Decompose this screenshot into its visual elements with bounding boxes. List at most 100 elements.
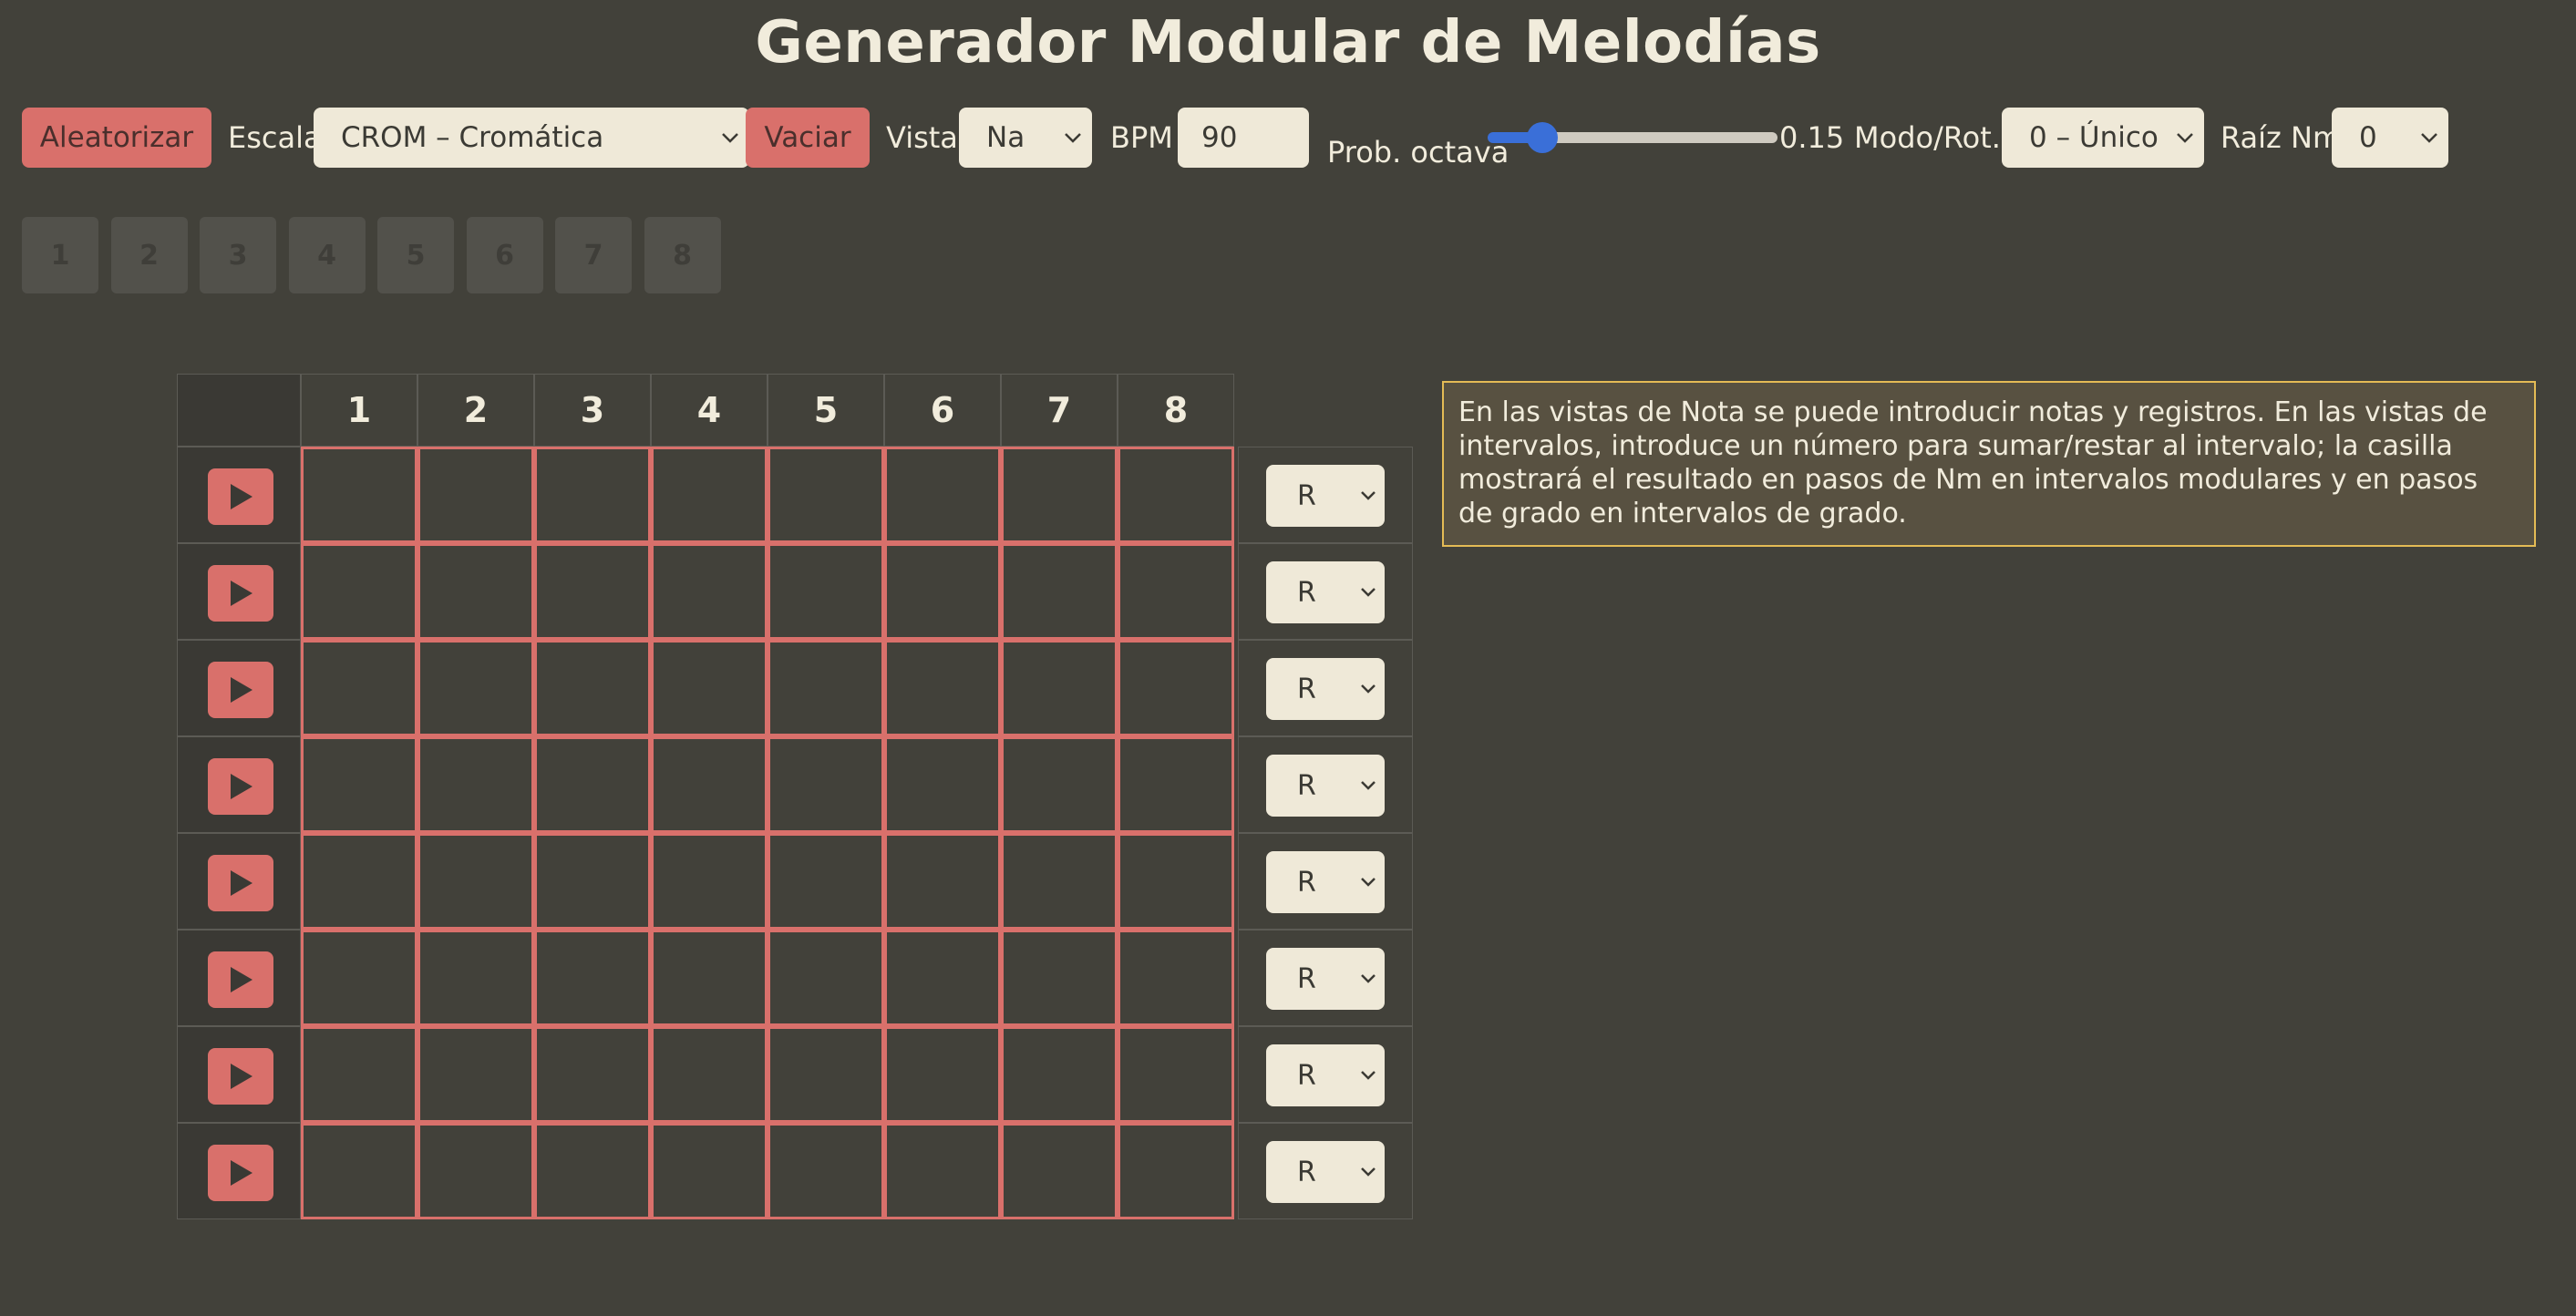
slider-thumb[interactable] xyxy=(1527,122,1558,153)
mode-select[interactable]: 0 – Único xyxy=(2002,108,2204,168)
root-select[interactable]: 0 xyxy=(2332,108,2448,168)
grid-cell-input[interactable] xyxy=(417,640,534,736)
grid-cell-input[interactable] xyxy=(768,447,884,543)
grid-cell-input[interactable] xyxy=(1118,833,1234,930)
grid-cell-input[interactable] xyxy=(768,736,884,833)
grid-cell-input[interactable] xyxy=(1001,833,1118,930)
grid-cell-input[interactable] xyxy=(1001,930,1118,1026)
grid-cell-input[interactable] xyxy=(301,1123,417,1219)
grid-cell-input[interactable] xyxy=(534,447,651,543)
play-row-button[interactable] xyxy=(208,1048,273,1105)
grid-cell-input[interactable] xyxy=(1118,447,1234,543)
grid-cell-input[interactable] xyxy=(534,1026,651,1123)
grid-cell-input[interactable] xyxy=(884,1026,1001,1123)
bpm-input[interactable]: 90 xyxy=(1178,108,1309,168)
sequence-button[interactable]: 8 xyxy=(644,217,721,293)
grid-cell-input[interactable] xyxy=(534,736,651,833)
grid-cell-input[interactable] xyxy=(417,833,534,930)
sequence-button[interactable]: 5 xyxy=(377,217,454,293)
grid-cell-input[interactable] xyxy=(651,833,768,930)
grid-cell-input[interactable] xyxy=(768,640,884,736)
row-mode-select[interactable]: R xyxy=(1266,948,1385,1010)
grid-cell-input[interactable] xyxy=(534,543,651,640)
grid-cell-input[interactable] xyxy=(1001,736,1118,833)
row-mode-value: R xyxy=(1297,866,1316,899)
row-mode-select[interactable]: R xyxy=(1266,755,1385,817)
grid-cell-input[interactable] xyxy=(417,1026,534,1123)
grid-cell-input[interactable] xyxy=(651,543,768,640)
grid-cell-input[interactable] xyxy=(1001,543,1118,640)
grid-cell-input[interactable] xyxy=(301,447,417,543)
grid-cell-input[interactable] xyxy=(417,1123,534,1219)
grid-cell-input[interactable] xyxy=(417,543,534,640)
grid-cell-input[interactable] xyxy=(1001,447,1118,543)
view-label: Vista xyxy=(886,120,958,155)
scale-select[interactable]: CROM – Cromática xyxy=(314,108,749,168)
grid-cell-input[interactable] xyxy=(417,447,534,543)
grid-cell-input[interactable] xyxy=(1118,1026,1234,1123)
grid-cell-input[interactable] xyxy=(884,447,1001,543)
grid-cell-input[interactable] xyxy=(1118,1123,1234,1219)
grid-cell-input[interactable] xyxy=(1001,1026,1118,1123)
grid-cell-input[interactable] xyxy=(417,930,534,1026)
play-row-button[interactable] xyxy=(208,468,273,525)
grid-cell-input[interactable] xyxy=(651,736,768,833)
grid-cell-input[interactable] xyxy=(651,1026,768,1123)
row-mode-select[interactable]: R xyxy=(1266,465,1385,527)
grid-cell-input[interactable] xyxy=(1118,736,1234,833)
play-row-button[interactable] xyxy=(208,662,273,718)
grid-cell-input[interactable] xyxy=(301,640,417,736)
grid-cell-input[interactable] xyxy=(417,736,534,833)
grid-cell-input[interactable] xyxy=(1001,640,1118,736)
grid-cell-input[interactable] xyxy=(651,640,768,736)
row-mode-select[interactable]: R xyxy=(1266,561,1385,623)
sequence-button[interactable]: 3 xyxy=(200,217,276,293)
grid-cell-input[interactable] xyxy=(1001,1123,1118,1219)
grid-cell-input[interactable] xyxy=(651,447,768,543)
sequence-button[interactable]: 7 xyxy=(555,217,632,293)
grid-cell-input[interactable] xyxy=(651,1123,768,1219)
grid-cell-input[interactable] xyxy=(884,640,1001,736)
play-row-button[interactable] xyxy=(208,565,273,622)
sequence-button[interactable]: 1 xyxy=(22,217,98,293)
grid-cell-input[interactable] xyxy=(884,736,1001,833)
play-row-button[interactable] xyxy=(208,1145,273,1201)
sequence-button[interactable]: 4 xyxy=(288,217,366,293)
grid-cell-input[interactable] xyxy=(301,833,417,930)
sequence-button[interactable]: 6 xyxy=(466,217,543,293)
grid-cell-input[interactable] xyxy=(768,1123,884,1219)
grid-cell-input[interactable] xyxy=(884,930,1001,1026)
grid-cell-input[interactable] xyxy=(884,833,1001,930)
row-mode-select[interactable]: R xyxy=(1266,851,1385,913)
sequence-button[interactable]: 2 xyxy=(110,217,188,293)
grid-cell-input[interactable] xyxy=(768,1026,884,1123)
grid-cell-input[interactable] xyxy=(1118,640,1234,736)
grid-cell-input[interactable] xyxy=(768,543,884,640)
row-mode-select[interactable]: R xyxy=(1266,658,1385,720)
grid-cell-input[interactable] xyxy=(651,930,768,1026)
row-mode-select[interactable]: R xyxy=(1266,1044,1385,1106)
play-row-button[interactable] xyxy=(208,758,273,815)
grid-cell-input[interactable] xyxy=(534,640,651,736)
grid-cell-input[interactable] xyxy=(884,1123,1001,1219)
play-row-button[interactable] xyxy=(208,855,273,911)
grid-cell-input[interactable] xyxy=(1118,543,1234,640)
play-row-button[interactable] xyxy=(208,951,273,1008)
grid-cell-input[interactable] xyxy=(768,930,884,1026)
grid-cell-input[interactable] xyxy=(884,543,1001,640)
grid-cell-input[interactable] xyxy=(301,930,417,1026)
clear-button[interactable]: Vaciar xyxy=(746,108,870,168)
grid-cell-input[interactable] xyxy=(301,736,417,833)
octave-prob-slider[interactable] xyxy=(1488,108,1785,168)
row-mode-select[interactable]: R xyxy=(1266,1141,1385,1203)
grid-cell-input[interactable] xyxy=(1118,930,1234,1026)
grid-cell-input[interactable] xyxy=(301,1026,417,1123)
view-select[interactable]: Na xyxy=(959,108,1092,168)
randomize-button[interactable]: Aleatorizar xyxy=(22,108,211,168)
grid-cell-input[interactable] xyxy=(301,543,417,640)
grid-cell-input[interactable] xyxy=(534,1123,651,1219)
grid-cell-input[interactable] xyxy=(534,833,651,930)
grid-cell-input[interactable] xyxy=(534,930,651,1026)
scale-label: Escala xyxy=(228,120,322,155)
grid-cell-input[interactable] xyxy=(768,833,884,930)
